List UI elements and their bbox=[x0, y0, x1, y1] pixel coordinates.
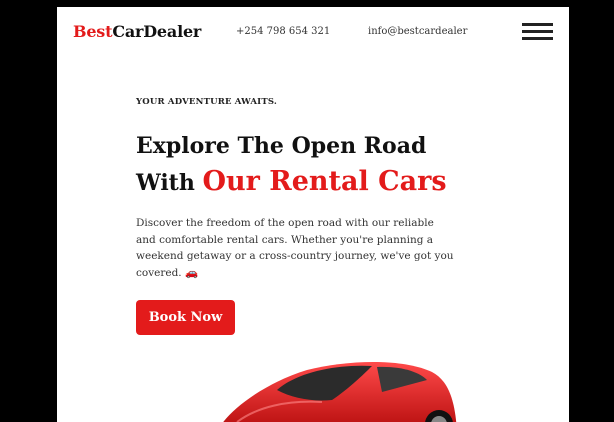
phone-link[interactable]: +254 798 654 321 bbox=[236, 26, 330, 37]
landing-page: BestCarDealer +254 798 654 321 info@best… bbox=[57, 7, 569, 422]
headline-line-1: Explore The Open Road bbox=[136, 133, 427, 159]
logo-cardealer: CarDealer bbox=[112, 22, 202, 41]
email-link[interactable]: info@bestcardealer bbox=[368, 26, 467, 37]
menu-bar bbox=[522, 23, 553, 26]
hamburger-menu-icon[interactable] bbox=[522, 23, 553, 41]
menu-bar bbox=[522, 37, 553, 40]
hero-headline: Explore The Open Road With Our Rental Ca… bbox=[136, 128, 447, 201]
logo-best: Best bbox=[73, 22, 113, 41]
headline-line-2: With Our Rental Cars bbox=[136, 164, 447, 201]
book-now-button[interactable]: Book Now bbox=[136, 300, 235, 335]
headline-accent: Our Rental Cars bbox=[202, 166, 447, 197]
logo[interactable]: BestCarDealer bbox=[73, 22, 201, 41]
hero-eyebrow: YOUR ADVENTURE AWAITS. bbox=[136, 97, 278, 107]
menu-bar bbox=[522, 30, 553, 33]
headline-with: With bbox=[136, 170, 195, 196]
hero-description: Discover the freedom of the open road wi… bbox=[136, 217, 454, 279]
top-navigation: BestCarDealer +254 798 654 321 info@best… bbox=[57, 7, 569, 57]
red-sports-car-image bbox=[223, 362, 457, 422]
